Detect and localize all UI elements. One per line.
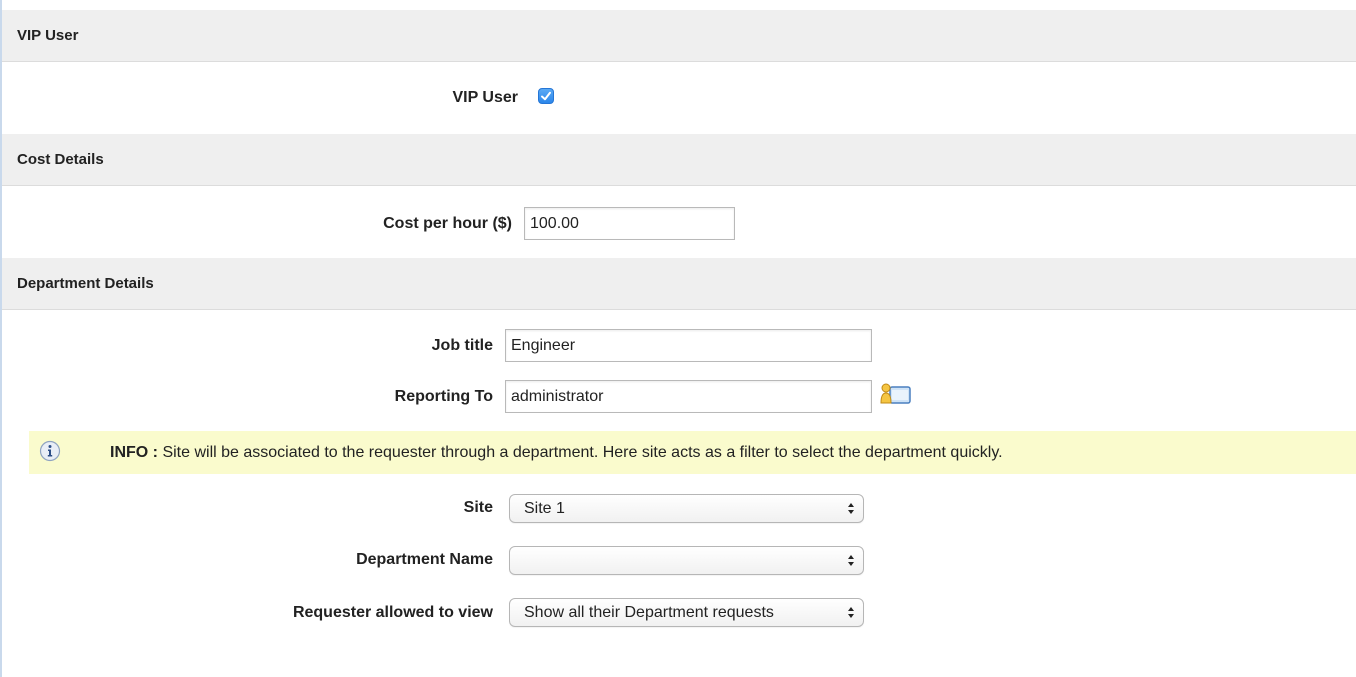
requester-allowed-to-view-select[interactable]: Show all their Department requests <box>509 598 864 627</box>
site-select[interactable]: Site 1 <box>509 494 864 523</box>
cost-per-hour-label: Cost per hour ($) <box>383 215 512 232</box>
department-name-select[interactable] <box>509 546 864 575</box>
job-title-input[interactable] <box>505 329 872 362</box>
reporting-to-input[interactable] <box>505 380 872 413</box>
vip-user-checkbox[interactable] <box>538 88 554 104</box>
requester-allowed-to-view-select-value: Show all their Department requests <box>524 604 774 621</box>
info-icon <box>39 440 61 462</box>
section-header-department-details: Department Details <box>2 258 1356 310</box>
select-arrows-icon <box>848 503 854 514</box>
checkmark-icon <box>541 91 551 101</box>
info-message-text: Site will be associated to the requester… <box>162 444 1003 461</box>
department-name-label: Department Name <box>356 551 493 568</box>
cost-per-hour-input[interactable] <box>524 207 735 240</box>
info-banner: INFO : Site will be associated to the re… <box>29 431 1356 474</box>
site-label: Site <box>463 499 493 516</box>
select-arrows-icon <box>848 607 854 618</box>
select-arrows-icon <box>848 555 854 566</box>
user-picker-icon[interactable] <box>878 381 912 407</box>
requester-form: VIP User VIP User Cost Details Cost per … <box>0 0 1356 677</box>
section-header-cost-details: Cost Details <box>2 134 1356 186</box>
requester-allowed-to-view-label: Requester allowed to view <box>292 604 493 621</box>
vip-user-label: VIP User <box>452 89 518 106</box>
job-title-label: Job title <box>431 337 493 354</box>
info-message: INFO : Site will be associated to the re… <box>110 431 1003 474</box>
reporting-to-label: Reporting To <box>394 388 493 405</box>
site-select-value: Site 1 <box>524 500 565 517</box>
info-prefix: INFO : <box>110 444 158 461</box>
section-header-vip-user: VIP User <box>2 10 1356 62</box>
